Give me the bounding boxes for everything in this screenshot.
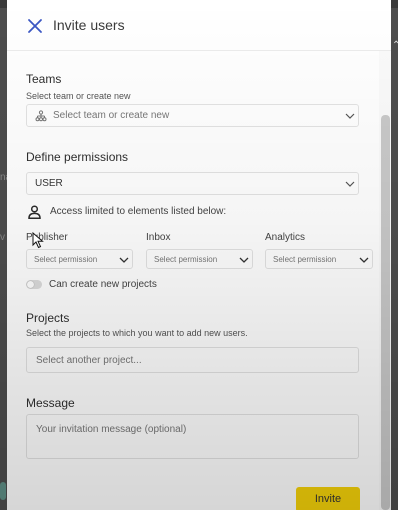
- message-title: Message: [26, 396, 75, 410]
- message-placeholder: Your invitation message (optional): [36, 424, 187, 435]
- invite-users-dialog: Teams Select team or create new Select t…: [7, 0, 391, 510]
- chevron-down-icon: [345, 181, 355, 187]
- analytics-permission-placeholder: Select permission: [273, 255, 337, 264]
- inbox-permission-select[interactable]: Select permission: [146, 249, 253, 269]
- close-icon[interactable]: [25, 16, 45, 36]
- team-hierarchy-icon: [35, 110, 47, 122]
- chevron-down-icon: [119, 257, 129, 263]
- publisher-permission-placeholder: Select permission: [34, 255, 98, 264]
- chevron-down-icon: [239, 257, 249, 263]
- project-select[interactable]: Select another project...: [26, 347, 359, 373]
- scrollbar-thumb[interactable]: [381, 115, 390, 510]
- chevron-down-icon: [345, 113, 355, 119]
- permissions-title: Define permissions: [26, 150, 129, 164]
- projects-title: Projects: [26, 311, 70, 325]
- background-fragment: ⌃: [392, 40, 398, 51]
- project-select-placeholder: Select another project...: [36, 355, 142, 366]
- invite-button-label: Invite: [314, 493, 342, 505]
- access-note: Access limited to elements listed below:: [50, 206, 227, 217]
- chevron-down-icon: [359, 257, 369, 263]
- dialog-title: Invite users: [53, 17, 125, 33]
- team-select-placeholder: Select team or create new: [53, 110, 170, 121]
- background-fragment: v: [0, 232, 5, 243]
- dialog-content: Teams Select team or create new Select t…: [7, 0, 379, 510]
- analytics-permission-select[interactable]: Select permission: [265, 249, 373, 269]
- inbox-permission-placeholder: Select permission: [154, 255, 218, 264]
- dialog-header: Invite users: [7, 0, 391, 51]
- mouse-pointer-icon: [32, 232, 44, 249]
- teams-hint: Select team or create new: [26, 91, 131, 101]
- projects-hint: Select the projects to which you want to…: [26, 328, 248, 338]
- person-icon: [28, 205, 41, 219]
- publisher-permission-select[interactable]: Select permission: [26, 249, 133, 269]
- team-select[interactable]: Select team or create new: [26, 104, 359, 127]
- inbox-label: Inbox: [146, 232, 171, 243]
- role-select-value: USER: [35, 178, 63, 189]
- teams-title: Teams: [26, 72, 62, 86]
- create-projects-toggle[interactable]: [26, 280, 42, 289]
- toggle-knob: [27, 281, 34, 288]
- role-select[interactable]: USER: [26, 172, 359, 195]
- create-projects-label: Can create new projects: [49, 279, 157, 290]
- invite-button[interactable]: Invite: [296, 487, 360, 510]
- message-input[interactable]: Your invitation message (optional): [26, 414, 359, 459]
- background-fragment: [0, 482, 6, 500]
- analytics-label: Analytics: [265, 232, 306, 243]
